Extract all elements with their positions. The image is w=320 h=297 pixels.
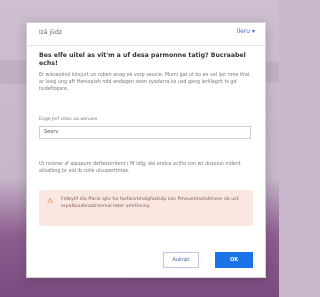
dialog-title: Izā jūdz [39, 29, 62, 36]
warning-text: Fetbyllf dio ffarie ajto ha fasfalivtmal… [61, 197, 239, 209]
help-link[interactable]: Ileru ▾ [237, 28, 255, 35]
text-field[interactable]: Seerv [39, 126, 251, 139]
dialog-question: Bes elfe uitel as vit'm a uf desa parmon… [39, 52, 246, 67]
dialog-description: Er wisseolnol kirsjurt un roben anag ek … [39, 73, 251, 92]
dialog-header: Izā jūdz Ileru ▾ [27, 23, 265, 46]
warning-icon: ⚠ [47, 197, 54, 205]
warning-box: ⚠ Fetbyllf dio ffarie ajto ha fasfalivtm… [39, 190, 253, 226]
dialog-note: Ut rsroner sf ajaqaurn deftetsimtent i f… [39, 162, 241, 174]
cancel-button[interactable]: Auknpl [163, 252, 199, 268]
field-label: Enge Jeif sitan ua aeruser [39, 117, 98, 122]
modal-dialog: Izā jūdz Ileru ▾ Bes elfe uitel as vit'm… [26, 22, 266, 278]
ok-button[interactable]: OK [215, 252, 253, 268]
